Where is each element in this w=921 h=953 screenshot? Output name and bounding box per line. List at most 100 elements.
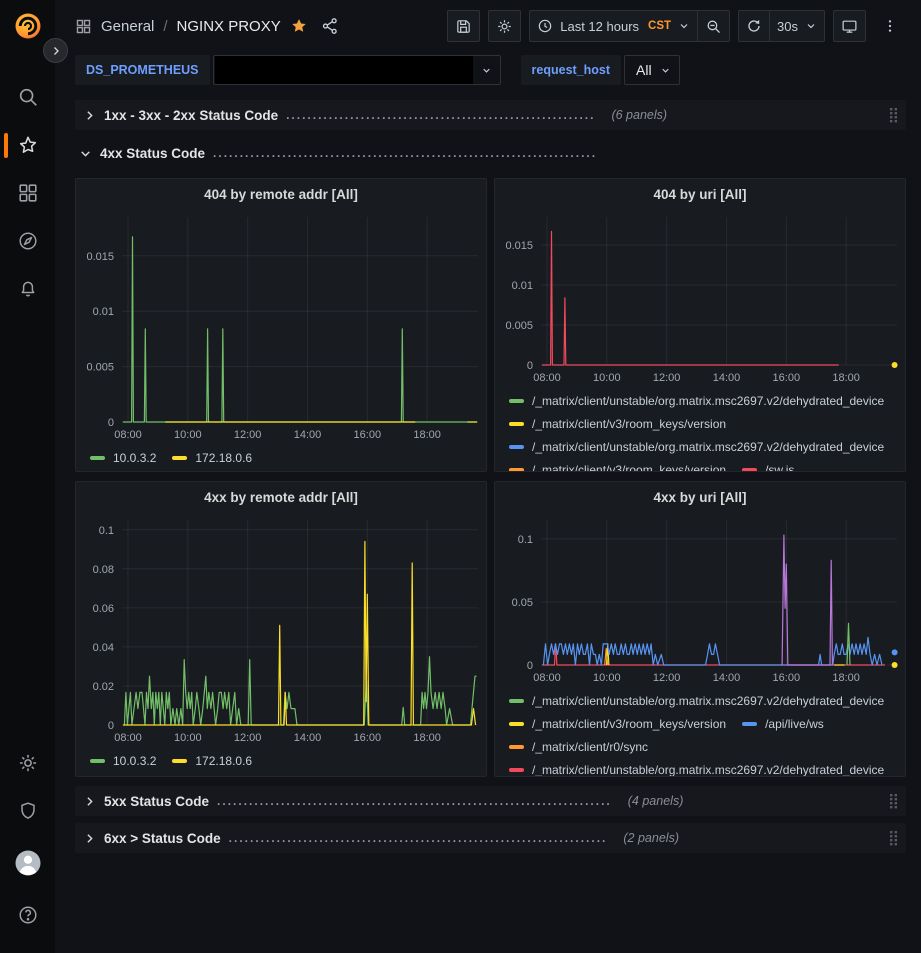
time-series-plot[interactable]: 00.0050.010.01508:0010:0012:0014:0016:00… <box>76 209 486 444</box>
panel-title[interactable]: 404 by remote addr [All] <box>76 179 486 209</box>
time-range-picker[interactable]: Last 12 hours CST <box>529 10 698 42</box>
panel-title[interactable]: 4xx by uri [All] <box>495 482 905 512</box>
legend-label: /_matrix/client/r0/sync <box>532 740 648 754</box>
svg-text:08:00: 08:00 <box>114 732 142 744</box>
row-drag-handle[interactable] <box>889 107 898 123</box>
legend-label: /_matrix/client/v3/room_keys/version <box>532 463 726 472</box>
svg-text:0: 0 <box>527 660 533 672</box>
grafana-logo[interactable] <box>0 11 55 41</box>
legend-label: /_matrix/client/unstable/org.matrix.msc2… <box>532 440 884 454</box>
legend-label: /_matrix/client/v3/room_keys/version <box>532 417 726 431</box>
save-icon <box>455 18 472 35</box>
panel-title[interactable]: 404 by uri [All] <box>495 179 905 209</box>
sidebar-item-settings[interactable] <box>13 739 43 787</box>
chevron-down-icon <box>805 20 817 32</box>
panel-legend: 10.0.3.2 172.18.0.6 <box>76 444 486 469</box>
sidebar-item-starred[interactable] <box>0 121 55 169</box>
legend-item[interactable]: /_matrix/client/unstable/org.matrix.msc2… <box>509 435 884 458</box>
legend-swatch <box>509 768 524 772</box>
legend-item[interactable]: /_matrix/client/v3/room_keys/version <box>509 712 726 735</box>
sidebar-item-explore[interactable] <box>0 217 55 265</box>
search-icon <box>17 86 39 108</box>
legend-label: /_matrix/client/unstable/org.matrix.msc2… <box>532 763 884 777</box>
legend-item[interactable]: 172.18.0.6 <box>172 749 252 772</box>
svg-text:10:00: 10:00 <box>174 732 202 744</box>
svg-text:08:00: 08:00 <box>533 372 561 384</box>
time-series-plot[interactable]: 00.020.040.060.080.108:0010:0012:0014:00… <box>76 512 486 747</box>
variable-ds-prometheus: DS_PROMETHEUS <box>75 55 501 85</box>
legend-label: 172.18.0.6 <box>195 451 252 465</box>
request-host-select[interactable]: All <box>624 55 680 85</box>
svg-text:12:00: 12:00 <box>653 372 681 384</box>
row-4xx[interactable]: 4xx Status Code ........................… <box>75 138 906 168</box>
dashboard-body: 1xx - 3xx - 2xx Status Code ............… <box>75 94 906 953</box>
legend-item[interactable]: /_matrix/client/unstable/org.matrix.msc2… <box>509 689 884 712</box>
monitor-icon <box>841 18 858 35</box>
legend-item[interactable]: 10.0.3.2 <box>90 446 156 469</box>
row-drag-handle[interactable] <box>889 793 898 809</box>
breadcrumb-section[interactable]: General <box>101 18 154 35</box>
row-dots: ........................................… <box>213 146 597 160</box>
sidebar <box>0 0 55 953</box>
row-1xx-3xx-2xx[interactable]: 1xx - 3xx - 2xx Status Code ............… <box>75 100 906 130</box>
sidebar-item-profile[interactable] <box>13 835 43 891</box>
zoom-out-time-button[interactable] <box>697 10 730 42</box>
refresh-interval-picker[interactable]: 30s <box>769 10 825 42</box>
legend-item[interactable]: 10.0.3.2 <box>90 749 156 772</box>
row-drag-handle[interactable] <box>889 830 898 846</box>
share-icon[interactable] <box>321 17 339 35</box>
legend-item[interactable]: /api/live/ws <box>742 712 824 735</box>
row-title: 1xx - 3xx - 2xx Status Code <box>104 108 278 123</box>
legend-label: /_matrix/client/unstable/org.matrix.msc2… <box>532 394 884 408</box>
more-options-button[interactable] <box>874 10 906 42</box>
dashboard-title[interactable]: NGINX PROXY <box>177 18 281 35</box>
sidebar-expand-button[interactable] <box>43 38 68 63</box>
legend-item[interactable]: /sw.js <box>742 458 794 471</box>
svg-text:0.015: 0.015 <box>505 240 533 252</box>
legend-item[interactable]: /_matrix/client/v3/room_keys/version <box>509 458 726 471</box>
svg-text:18:00: 18:00 <box>413 429 441 441</box>
legend-swatch <box>509 445 524 449</box>
apps-icon[interactable] <box>75 18 92 35</box>
legend-item[interactable]: /_matrix/client/unstable/org.matrix.msc2… <box>509 389 884 412</box>
sidebar-item-server-admin[interactable] <box>13 787 43 835</box>
legend-item[interactable]: /_matrix/client/v3/room_keys/version <box>509 412 726 435</box>
svg-text:18:00: 18:00 <box>832 372 860 384</box>
sidebar-item-dashboards[interactable] <box>0 169 55 217</box>
clock-icon <box>537 18 553 34</box>
panel-title[interactable]: 4xx by remote addr [All] <box>76 482 486 512</box>
legend-item[interactable]: /_matrix/client/r0/sync <box>509 735 648 758</box>
dashboard-toolbar: Last 12 hours CST <box>447 10 906 42</box>
legend-item[interactable]: /_matrix/client/unstable/org.matrix.msc2… <box>509 758 884 776</box>
svg-text:0.02: 0.02 <box>93 681 114 693</box>
legend-label: 10.0.3.2 <box>113 754 156 768</box>
legend-label: 172.18.0.6 <box>195 754 252 768</box>
legend-label: /_matrix/client/unstable/org.matrix.msc2… <box>532 694 884 708</box>
legend-item[interactable]: 172.18.0.6 <box>172 446 252 469</box>
ds-prometheus-select[interactable] <box>213 55 501 85</box>
row-5xx[interactable]: 5xx Status Code ........................… <box>75 786 906 816</box>
star-icon <box>17 134 39 156</box>
legend-swatch <box>90 759 105 763</box>
cycle-view-button[interactable] <box>833 10 866 42</box>
save-dashboard-button[interactable] <box>447 10 480 42</box>
main-content: General / NGINX PROXY <box>55 0 921 953</box>
refresh-button[interactable] <box>738 10 770 42</box>
time-series-plot[interactable]: 00.0050.010.01508:0010:0012:0014:0016:00… <box>495 209 905 387</box>
timezone-label: CST <box>648 20 671 32</box>
favorite-star-icon[interactable] <box>290 17 308 35</box>
sidebar-item-alerting[interactable] <box>0 265 55 313</box>
legend-swatch <box>509 745 524 749</box>
time-series-plot[interactable]: 00.050.108:0010:0012:0014:0016:0018:00 <box>495 512 905 687</box>
chevron-right-icon <box>50 45 62 57</box>
row-6xx[interactable]: 6xx > Status Code ......................… <box>75 823 906 853</box>
dashboard-settings-button[interactable] <box>488 10 521 42</box>
row-title: 4xx Status Code <box>100 146 205 161</box>
svg-text:16:00: 16:00 <box>354 429 382 441</box>
sidebar-item-search[interactable] <box>0 73 55 121</box>
svg-text:14:00: 14:00 <box>294 732 322 744</box>
compass-icon <box>17 230 39 252</box>
zoom-out-icon <box>705 18 722 35</box>
sidebar-item-help[interactable] <box>13 891 43 939</box>
legend-label: /api/live/ws <box>765 717 824 731</box>
